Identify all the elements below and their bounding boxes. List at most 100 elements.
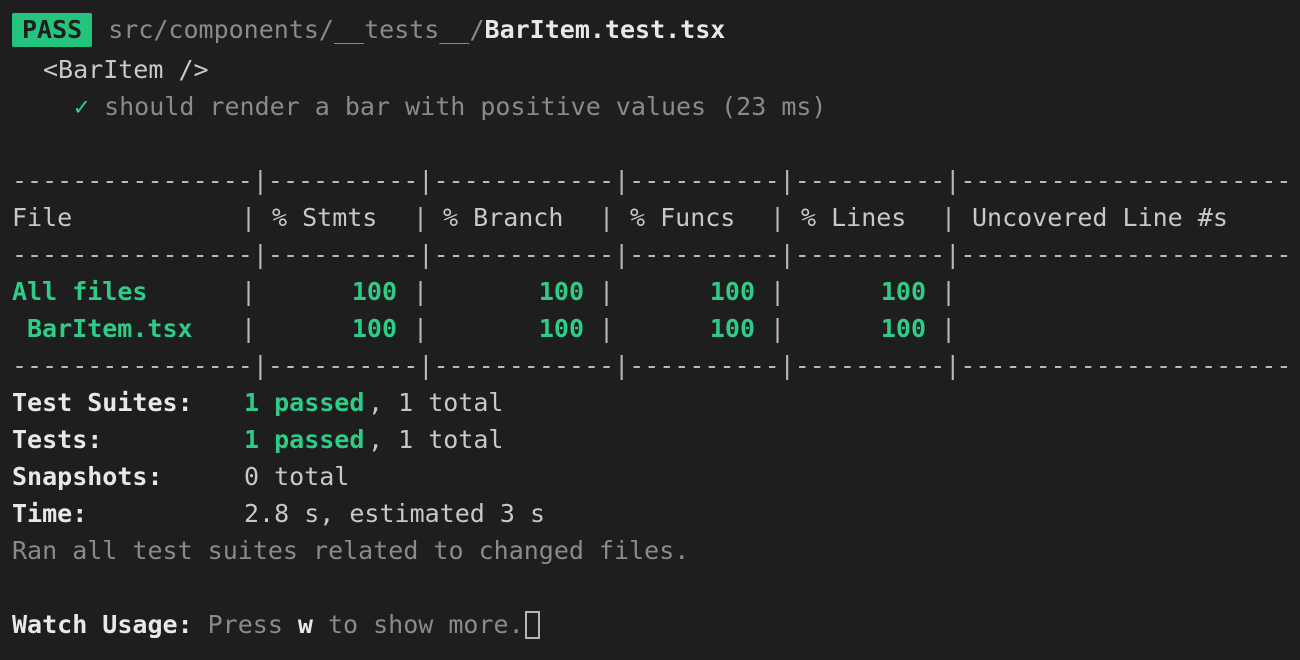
table-row: BarItem.tsx | 100 | 100 | 100 | 100 | xyxy=(12,310,956,347)
summary-total: , 1 total xyxy=(368,425,504,454)
test-result-header: PASS src/components/__tests__/BarItem.tes… xyxy=(12,11,725,48)
rule3-sep-4: | xyxy=(779,351,795,380)
describe-block: <BarItem /> xyxy=(43,55,209,84)
rule-sep-5: | xyxy=(945,166,961,195)
watch-suffix-text: to show more. xyxy=(327,610,524,639)
summary-snapshots: Snapshots: 0 total xyxy=(12,458,349,495)
watch-usage-row: Watch Usage: Press w to show more. xyxy=(12,606,540,643)
rule2-branch: ------------ xyxy=(433,240,615,269)
watch-usage-label: Watch Usage: xyxy=(12,610,193,639)
row-stmts: 100 xyxy=(351,277,397,306)
row-sep-3: | xyxy=(599,277,615,306)
rule2-sep-4: | xyxy=(779,240,795,269)
summary-passed: 1 passed xyxy=(244,388,365,417)
terminal-window: PASS src/components/__tests__/BarItem.tes… xyxy=(0,0,1300,660)
col-header-branch: % Branch xyxy=(443,203,564,232)
rule3-sep-3: | xyxy=(614,351,630,380)
row-sep-2: | xyxy=(413,277,429,306)
rule-sep-1: | xyxy=(252,166,268,195)
row-funcs: 100 xyxy=(709,277,755,306)
watch-key[interactable]: w xyxy=(298,610,313,639)
text-cursor xyxy=(524,611,540,639)
test-case-name: should render a bar with positive values xyxy=(104,92,707,121)
rule2-sep-3: | xyxy=(614,240,630,269)
row-file-name: BarItem.tsx xyxy=(27,314,193,343)
rule-funcs: ---------- xyxy=(629,166,780,195)
summary-passed: 1 passed xyxy=(244,425,365,454)
rule3-sep-5: | xyxy=(945,351,961,380)
row-branch: 100 xyxy=(538,277,584,306)
summary-value: 0 total xyxy=(244,462,350,491)
rule2-sep-2: | xyxy=(418,240,434,269)
row-sep-4: | xyxy=(770,277,786,306)
row2-sep-2: | xyxy=(413,314,429,343)
rule-branch: ------------ xyxy=(433,166,615,195)
col-header-file: File xyxy=(12,203,73,232)
row-file-name: All files xyxy=(12,277,148,306)
summary-total: , 1 total xyxy=(368,388,504,417)
header-sep-1: | xyxy=(241,203,257,232)
rule2-file: ---------------- xyxy=(12,240,253,269)
rule2-stmts: ---------- xyxy=(267,240,419,269)
ran-suites-note: Ran all test suites related to changed f… xyxy=(12,536,690,565)
rule-stmts: ---------- xyxy=(267,166,419,195)
row-sep-5: | xyxy=(941,277,957,306)
table-header-row: File | % Stmts | % Branch | % Funcs | % Lines | Un… xyxy=(12,199,1228,236)
rule-sep-3: | xyxy=(614,166,630,195)
summary-time: Time: 2.8 s, estimated 3 s xyxy=(12,495,545,532)
rule2-lines: ---------- xyxy=(794,240,946,269)
col-header-stmts: % Stmts xyxy=(272,203,378,232)
rule3-lines: ---------- xyxy=(794,351,946,380)
row2-sep-5: | xyxy=(941,314,957,343)
rule-sep-2: | xyxy=(418,166,434,195)
header-sep-2: | xyxy=(413,203,429,232)
rule2-funcs: ---------- xyxy=(629,240,780,269)
row2-sep-1: | xyxy=(241,314,257,343)
summary-label: Snapshots: xyxy=(12,462,163,491)
test-case-duration: (23 ms) xyxy=(721,92,827,121)
row2-sep-3: | xyxy=(599,314,615,343)
row-funcs: 100 xyxy=(709,314,755,343)
rule-uncovered: ---------------------- xyxy=(960,166,1292,195)
check-icon: ✓ xyxy=(74,92,90,121)
row-branch: 100 xyxy=(538,314,584,343)
status-badge: PASS xyxy=(12,13,93,47)
row-stmts: 100 xyxy=(351,314,397,343)
rule3-uncovered: ---------------------- xyxy=(960,351,1292,380)
test-case-row: ✓ should render a bar with positive value… xyxy=(74,88,826,125)
row-lines: 100 xyxy=(880,314,926,343)
col-header-uncovered: Uncovered Line #s xyxy=(972,203,1228,232)
summary-test-suites: Test Suites: 1 passed, 1 total xyxy=(12,384,503,421)
rule3-funcs: ---------- xyxy=(629,351,780,380)
rule2-sep-5: | xyxy=(945,240,961,269)
table-rule-mid: ----------------|----------|------------… xyxy=(12,236,1291,273)
col-header-funcs: % Funcs xyxy=(630,203,736,232)
test-path-prefix: src/components/__tests__/ xyxy=(108,15,485,44)
summary-value: 2.8 s, estimated 3 s xyxy=(244,499,546,528)
summary-tests: Tests: 1 passed, 1 total xyxy=(12,421,503,458)
row-sep-1: | xyxy=(241,277,257,306)
rule2-sep-1: | xyxy=(252,240,268,269)
rule-file: ---------------- xyxy=(12,166,253,195)
test-file-name: BarItem.test.tsx xyxy=(484,15,726,44)
watch-press-text: Press xyxy=(207,610,283,639)
col-header-lines: % Lines xyxy=(801,203,907,232)
summary-label: Tests: xyxy=(12,425,103,454)
header-sep-4: | xyxy=(770,203,786,232)
rule-sep-4: | xyxy=(779,166,795,195)
rule2-uncovered: ---------------------- xyxy=(960,240,1292,269)
summary-label: Test Suites: xyxy=(12,388,193,417)
row-lines: 100 xyxy=(880,277,926,306)
rule3-branch: ------------ xyxy=(433,351,615,380)
table-rule-bottom: ----------------|----------|------------… xyxy=(12,347,1291,384)
summary-label: Time: xyxy=(12,499,88,528)
header-sep-3: | xyxy=(599,203,615,232)
row2-sep-4: | xyxy=(770,314,786,343)
rule3-sep-2: | xyxy=(418,351,434,380)
rule-lines: ---------- xyxy=(794,166,946,195)
table-rule-top: ----------------|----------|------------… xyxy=(12,162,1291,199)
rule3-file: ---------------- xyxy=(12,351,253,380)
rule3-sep-1: | xyxy=(252,351,268,380)
header-sep-5: | xyxy=(941,203,957,232)
table-row: All files | 100 | 100 | 100 | 100 | xyxy=(12,273,956,310)
